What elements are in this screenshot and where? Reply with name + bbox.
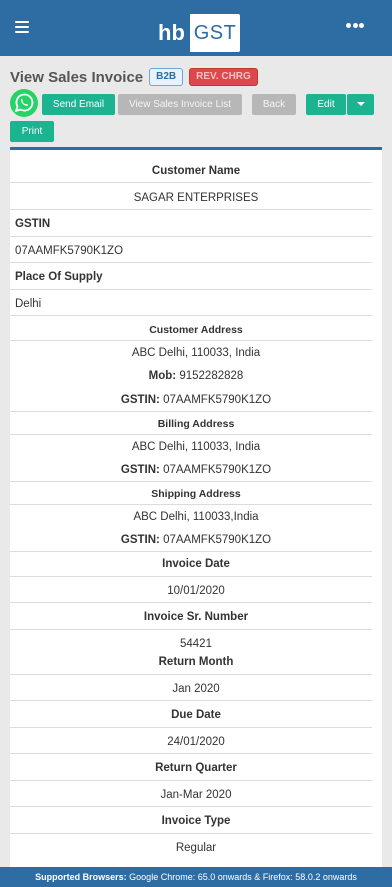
customer-address-value: ABC Delhi, 110033, India xyxy=(131,347,261,359)
invoice-sr-number-label: Invoice Sr. Number xyxy=(143,611,249,623)
reverse-charge-badge: REV. CHRG xyxy=(189,68,258,86)
invoice-details-panel: Customer Name SAGAR ENTERPRISES GSTIN 07… xyxy=(10,147,382,867)
billing-address-label: Billing Address xyxy=(157,418,235,430)
footer-amp: & xyxy=(254,872,261,882)
logo-gst: GST xyxy=(193,22,237,44)
footer-chrome: Google Chrome: 65.0 onwards xyxy=(129,872,252,882)
logo-hb: hb xyxy=(153,14,190,52)
edit-button[interactable]: Edit xyxy=(306,94,346,115)
customer-gstin: GSTIN: 07AAMFK5790K1ZO xyxy=(10,394,382,406)
billing-gstin-value: 07AAMFK5790K1ZO xyxy=(163,464,272,476)
caret-down-icon xyxy=(356,102,365,107)
billing-address-value: ABC Delhi, 110033, India xyxy=(131,441,261,453)
due-date-label: Due Date xyxy=(171,709,221,721)
supported-browsers-footer: Supported Browsers: Google Chrome: 65.0 … xyxy=(0,867,392,887)
customer-mobile: Mob: 9152282828 xyxy=(10,370,382,382)
return-month-label: Return Month xyxy=(158,656,234,668)
view-invoice-list-button[interactable]: View Sales Invoice List xyxy=(118,94,242,115)
b2b-badge: B2B xyxy=(149,68,184,86)
shipping-address-label: Shipping Address xyxy=(151,488,241,500)
gstin-value: 07AAMFK5790K1ZO xyxy=(15,245,124,257)
app-logo[interactable]: hb GST xyxy=(153,14,240,52)
shipping-address-value: ABC Delhi, 110033,India xyxy=(133,511,259,523)
whatsapp-icon[interactable] xyxy=(10,89,38,117)
customer-address-label: Customer Address xyxy=(149,324,243,336)
edit-dropdown-button[interactable] xyxy=(347,94,374,115)
invoice-sr-number-value: 54421 xyxy=(180,638,212,650)
send-email-button[interactable]: Send Email xyxy=(42,94,115,115)
customer-name-label: Customer Name xyxy=(151,165,241,177)
mobile-value: 9152282828 xyxy=(179,370,244,382)
due-date-value: 24/01/2020 xyxy=(167,736,225,748)
mobile-label: Mob: xyxy=(148,370,177,382)
return-month-value: Jan 2020 xyxy=(172,683,220,695)
shipping-gstin: GSTIN: 07AAMFK5790K1ZO xyxy=(10,534,382,546)
shipping-gstin-label: GSTIN: xyxy=(120,534,160,546)
place-of-supply-label: Place Of Supply xyxy=(15,271,103,283)
customer-name-value: SAGAR ENTERPRISES xyxy=(133,192,259,204)
return-quarter-label: Return Quarter xyxy=(155,762,237,774)
page-title: View Sales Invoice xyxy=(10,68,144,86)
billing-gstin: GSTIN: 07AAMFK5790K1ZO xyxy=(10,464,382,476)
invoice-type-value: Regular xyxy=(175,842,217,854)
customer-gstin-value: 07AAMFK5790K1ZO xyxy=(163,394,272,406)
place-of-supply-value: Delhi xyxy=(15,298,42,310)
invoice-date-label: Invoice Date xyxy=(162,558,230,570)
top-bar: hb GST xyxy=(0,0,392,56)
shipping-gstin-value: 07AAMFK5790K1ZO xyxy=(163,534,272,546)
print-button[interactable]: Print xyxy=(10,121,54,142)
invoice-type-label: Invoice Type xyxy=(161,815,231,827)
hamburger-icon[interactable] xyxy=(15,21,29,33)
back-button[interactable]: Back xyxy=(252,94,296,115)
invoice-date-value: 10/01/2020 xyxy=(167,585,225,597)
title-row: View Sales Invoice B2B REV. CHRG xyxy=(10,67,258,87)
return-quarter-value: Jan-Mar 2020 xyxy=(160,789,232,801)
gstin-label: GSTIN xyxy=(15,218,51,230)
billing-gstin-label: GSTIN: xyxy=(120,464,160,476)
footer-label: Supported Browsers: xyxy=(35,872,127,882)
customer-gstin-label: GSTIN: xyxy=(120,394,160,406)
more-dots-icon[interactable] xyxy=(346,23,364,29)
footer-firefox: Firefox: 58.0.2 onwards xyxy=(262,872,357,882)
